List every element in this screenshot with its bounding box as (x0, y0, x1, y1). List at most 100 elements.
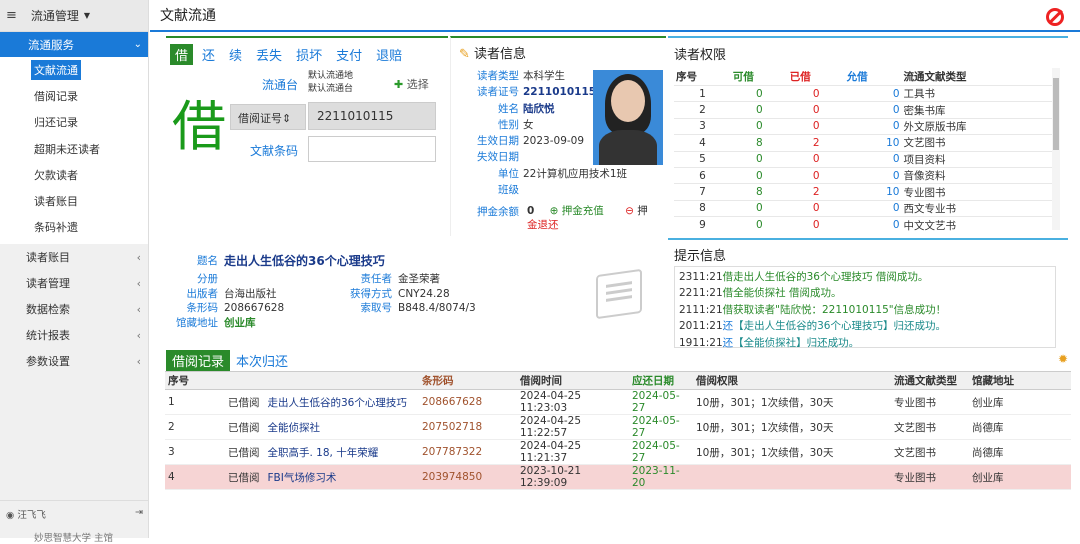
sidebar-group-label: 流通服务 (28, 37, 74, 52)
tab-damage[interactable]: 损坏 (291, 44, 327, 65)
tab-borrow-records[interactable]: 借阅记录 (166, 350, 231, 371)
tab-pay[interactable]: 支付 (331, 44, 367, 65)
col-header: 流通文献类型 (891, 371, 969, 390)
tab-current-returns[interactable]: 本次归还 (230, 350, 294, 371)
tab-return[interactable]: 还 (197, 44, 220, 65)
choose-label: 选择 (406, 78, 429, 91)
gear-icon[interactable]: ✹ (1058, 352, 1068, 366)
tip-message: 1911:21还【全能侦探社】归还成功。 (679, 335, 1051, 351)
tip-text: 走出人生低谷的36个心理技巧 借阅成功。 (733, 271, 929, 283)
permission-cell: 0 (730, 84, 788, 102)
permission-cell: 0 (844, 84, 902, 102)
permission-cell: 0 (787, 117, 845, 135)
menu-icon[interactable]: ≡ (6, 8, 17, 23)
table-row[interactable]: 2 已借阅 全能侦探社 207502718 2024-04-25 11:22:57 202… (165, 414, 1071, 440)
sidebar: ≡ 流通管理 ▼ 流通服务 ⌄ 文献流通 借阅记录 归还记录 超期未还读者 欠款… (0, 0, 149, 544)
sidebar-item-return-records[interactable]: 归还记录 (0, 109, 148, 135)
tip-time: 2011:21 (679, 320, 723, 333)
permission-cell: 2 (674, 101, 731, 119)
sidebar-group-reports[interactable]: 统计报表 ‹ (0, 322, 148, 348)
permission-row: 1 0 0 0 工具书 (674, 84, 1054, 102)
book-key: 获得方式 (350, 287, 392, 300)
permission-cell: 西文专业书 (901, 199, 1054, 217)
sidebar-item-accounts[interactable]: 读者账目 (0, 188, 148, 214)
card-type-select[interactable]: 借阅证号⇕ (230, 104, 306, 130)
table-row[interactable]: 4 已借阅 FBI气场修习术 203974850 2023-10-21 12:39:09… (165, 464, 1071, 490)
table-cell: 2024-05-27 (629, 389, 693, 415)
sidebar-group-settings[interactable]: 参数设置 ‹ (0, 348, 148, 374)
permission-cell: 8 (730, 183, 788, 201)
table-cell: 2024-04-25 11:22:57 (517, 414, 629, 440)
permission-cell: 0 (730, 166, 788, 184)
permission-cell: 5 (674, 150, 731, 168)
sidebar-item-label: 文献流通 (31, 60, 81, 81)
sidebar-group-circ-service[interactable]: 流通服务 ⌄ (0, 32, 148, 57)
sidebar-item-borrow-records[interactable]: 借阅记录 (0, 83, 148, 109)
tip-text: 全能侦探社 借阅成功。 (733, 287, 842, 300)
table-cell: 创业库 (969, 464, 1071, 490)
sidebar-group-search[interactable]: 数据检索 ‹ (0, 296, 148, 322)
no-entry-icon[interactable] (1046, 8, 1064, 26)
permission-cell: 外文原版书库 (901, 117, 1054, 135)
deposit-refund-button[interactable]: ⊖ 押 (625, 205, 648, 217)
tip-message: 2011:21还【走出人生低谷的36个心理技巧】归还成功。 (679, 318, 1051, 334)
book-title-link[interactable]: 走出人生低谷的36个心理技巧 (268, 397, 407, 409)
chevron-left-icon: ‹ (136, 302, 141, 316)
status-text: 已借阅 (228, 421, 260, 434)
tab-borrow[interactable]: 借 (170, 44, 194, 65)
permission-cell: 0 (730, 216, 788, 234)
field-key: 姓名 (498, 102, 519, 115)
user-panel: ◉ 汪飞飞 ⇥ 妙思智慧大学 主馆 (0, 500, 149, 544)
sidebar-item-barcode-fix[interactable]: 条码补遗 (0, 214, 148, 240)
book-title-link[interactable]: 全能侦探社 (268, 422, 321, 434)
sidebar-item-overdue[interactable]: 超期未还读者 (0, 136, 148, 162)
card-number-input[interactable]: 2211010115 (308, 102, 436, 130)
org-name: 妙思智慧大学 主馆 (34, 533, 114, 544)
book-title-link[interactable]: 全职高手. 18, 十年荣耀 (268, 447, 379, 459)
col-header: 应还日期 (629, 371, 693, 390)
user-icon: ◉ (6, 510, 15, 521)
table-cell: 208667628 (419, 389, 517, 415)
table-row[interactable]: 3 已借阅 全职高手. 18, 十年荣耀 207787322 2024-04-25 11… (165, 439, 1071, 465)
deposit-row: 押金余额 (451, 204, 523, 220)
permission-row: 9 0 0 0 中文文艺书 (674, 216, 1054, 234)
book-title-link[interactable]: FBI气场修习术 (268, 472, 337, 484)
tab-compensate[interactable]: 退赔 (371, 44, 407, 65)
main-area: 文献流通 借 还 续 丢失 损坏 支付 退赔 借 流通台 默认流通地 默认流通台… (150, 0, 1080, 538)
user-info: ◉ 汪飞飞 (6, 507, 46, 521)
book-icon (596, 268, 642, 320)
sidebar-top-label: 流通管理 (30, 9, 79, 23)
table-row[interactable]: 1 已借阅 走出人生低谷的36个心理技巧 208667628 2024-04-25 11… (165, 389, 1071, 415)
book-key: 责任者 (360, 273, 393, 285)
permissions-scrollbar[interactable] (1052, 68, 1060, 230)
deposit-charge-button[interactable]: ⊕ 押金充值 (550, 205, 604, 217)
table-cell: 1 (165, 389, 195, 415)
table-cell: 已借阅 全能侦探社 (195, 414, 419, 440)
tab-lost[interactable]: 丢失 (251, 44, 287, 65)
table-cell: 已借阅 全职高手. 18, 十年荣耀 (195, 439, 419, 465)
sidebar-item-circulation[interactable]: 文献流通 (0, 57, 148, 83)
permission-row: 5 0 0 0 项目资料 (674, 150, 1054, 168)
tip-message: 2111:21借获取读者"陆欣悦：2211010115"信息成功！ (679, 302, 1051, 318)
sidebar-item-arrears[interactable]: 欠款读者 (0, 162, 148, 188)
tab-renew[interactable]: 续 (224, 44, 247, 65)
field-value: 本科学生 (523, 70, 565, 82)
choose-button[interactable]: ✚ 选择 (394, 76, 429, 92)
permissions-title: 读者权限 (674, 48, 727, 63)
book-keys-left: 题名 分册 出版者 条形码 馆藏地址 (166, 250, 218, 330)
sidebar-group-reader-accounts[interactable]: 读者账目 ‹ (0, 244, 148, 270)
permission-cell: 7 (674, 183, 731, 201)
logout-icon[interactable]: ⇥ (135, 507, 143, 521)
deposit-refund-label-2[interactable]: 金退还 (527, 218, 648, 232)
permission-cell: 0 (844, 117, 902, 135)
sidebar-group-reader-mgmt[interactable]: 读者管理 ‹ (0, 270, 148, 296)
tip-time: 2211:21 (679, 287, 723, 300)
book-keys-right: 责任者 获得方式 索取号 (326, 272, 392, 316)
tip-action: 借 (722, 303, 734, 316)
permission-cell: 文艺图书 (901, 134, 1054, 152)
barcode-input[interactable] (308, 136, 436, 162)
chevron-down-icon: ⌄ (133, 39, 142, 50)
sidebar-header[interactable]: ≡ 流通管理 ▼ (0, 0, 148, 32)
edit-icon: ✎ (459, 47, 470, 62)
card-type-value: 借阅证号 (238, 112, 282, 125)
